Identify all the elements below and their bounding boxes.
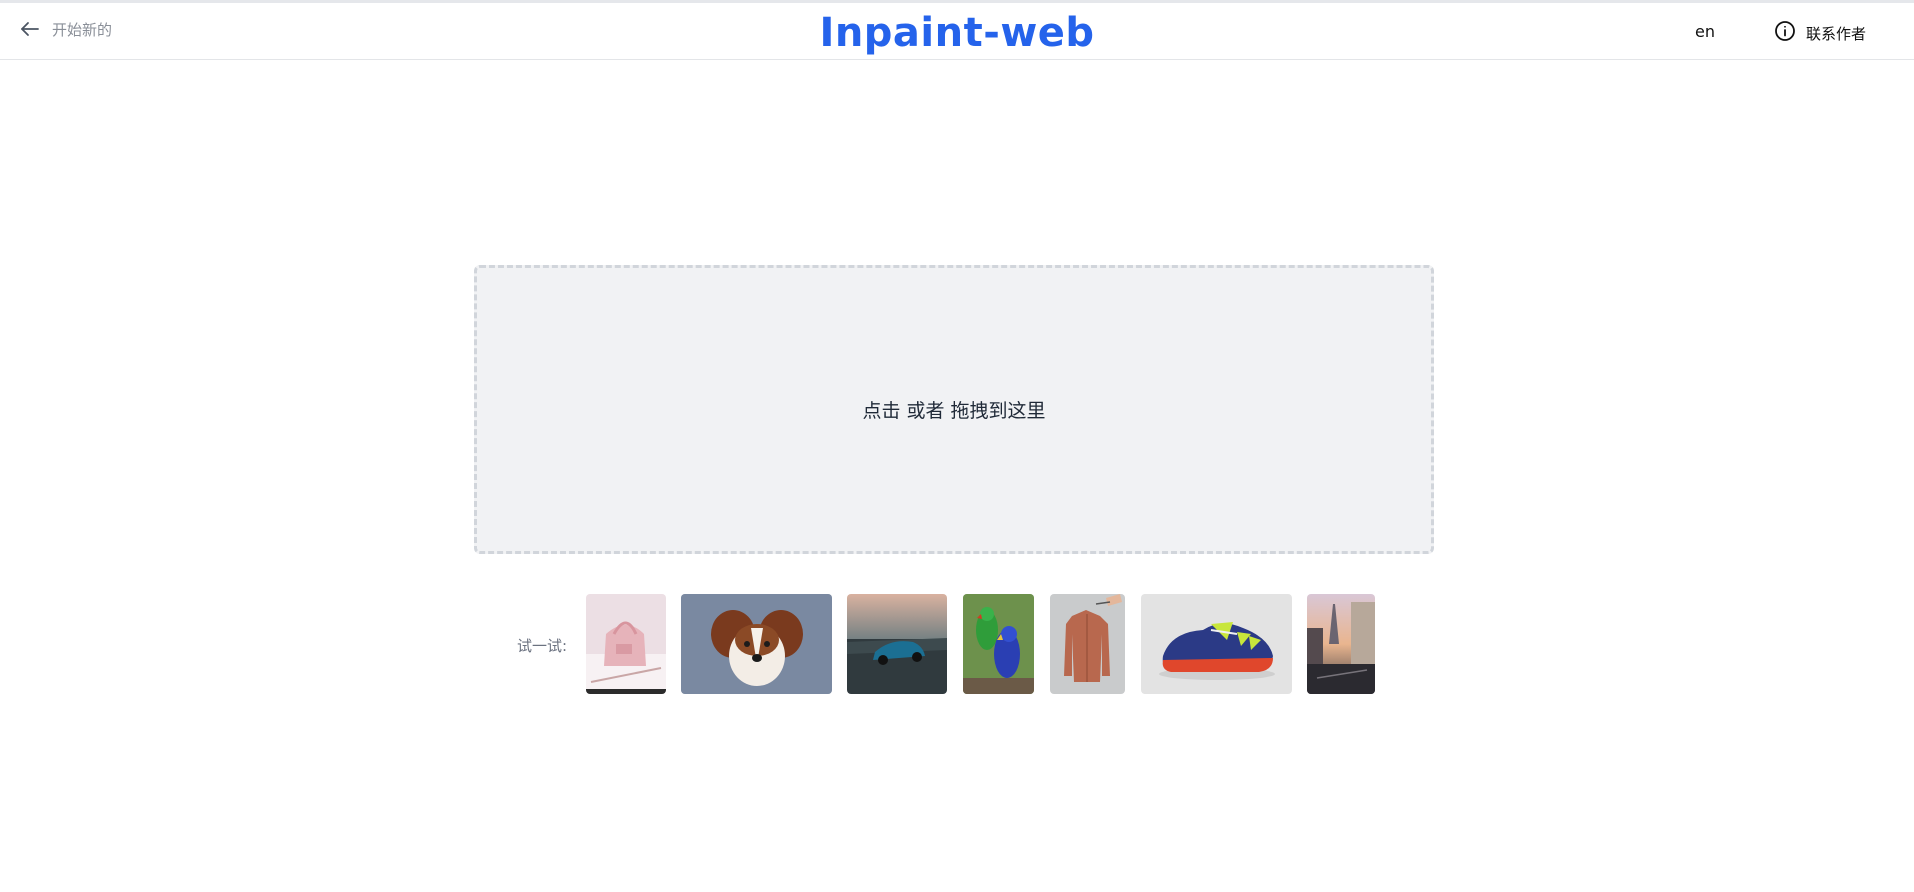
top-bar: 开始新的 Inpaint-web en 联系作者 [0, 3, 1914, 60]
contact-author-button[interactable]: 联系作者 [1774, 20, 1866, 47]
start-new-button[interactable]: 开始新的 [18, 17, 112, 41]
app-title-wrapper: Inpaint-web [0, 10, 1914, 56]
sample-image-shoe[interactable] [1141, 594, 1292, 694]
sample-image-bag[interactable] [586, 594, 666, 694]
language-toggle[interactable]: en [1695, 22, 1715, 41]
sample-image-car[interactable] [847, 594, 947, 694]
start-new-label: 开始新的 [52, 20, 113, 39]
sample-image-jacket[interactable] [1050, 594, 1125, 694]
dropzone-instruction: 点击 或者 拖拽到这里 [862, 400, 1046, 422]
arrow-left-icon [18, 17, 42, 41]
contact-author-label: 联系作者 [1806, 25, 1867, 43]
sample-image-parrots[interactable] [963, 594, 1034, 694]
sample-image-paris[interactable] [1307, 594, 1375, 694]
sample-image-dog[interactable] [681, 594, 832, 694]
try-samples-label: 试一试: [517, 637, 568, 655]
info-circle-icon [1774, 20, 1796, 47]
page: 开始新的 Inpaint-web en 联系作者 点击 或者 拖拽到这里 试一试… [0, 0, 1914, 892]
app-title[interactable]: Inpaint-web [819, 10, 1094, 56]
upload-dropzone[interactable]: 点击 或者 拖拽到这里 [474, 265, 1434, 554]
